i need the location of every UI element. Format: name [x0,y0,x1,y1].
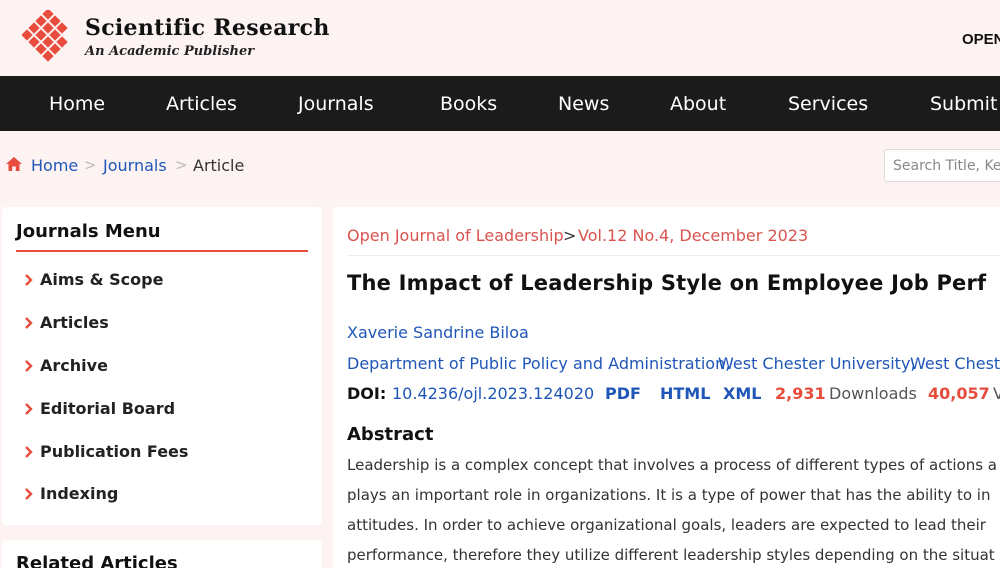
chevron-right-icon [25,360,33,372]
search-input[interactable] [884,149,1000,182]
menu-divider [16,250,308,252]
nav-services[interactable]: Services [788,93,868,115]
nav-home[interactable]: Home [49,93,105,115]
brand-subtitle: An Academic Publisher [85,44,255,59]
nav-submit[interactable]: Submit [930,93,997,115]
abstract-line: performance, therefore they utilize diff… [347,546,995,564]
doi-link[interactable]: 10.4236/ojl.2023.124020 [392,384,594,403]
journal-link[interactable]: Open Journal of Leadership [347,226,564,245]
chevron-right-icon [25,403,33,415]
journals-menu-title: Journals Menu [16,221,161,242]
affiliation-university[interactable]: West Chester University, [718,354,916,373]
breadcrumb-separator: > [84,156,97,174]
author-link[interactable]: Xaverie Sandrine Biloa [347,323,529,342]
nav-articles[interactable]: Articles [166,93,237,115]
main-nav: Home Articles Journals Books News About … [0,76,1000,131]
menu-item-articles[interactable]: Articles [40,313,109,332]
chevron-right-icon [25,446,33,458]
breadcrumb-separator: > [175,156,188,174]
related-articles-title: Related Articles [16,553,178,568]
breadcrumb-journals[interactable]: Journals [103,156,167,175]
abstract-line: plays an important role in organizations… [347,486,991,504]
site-header: Scientific Research An Academic Publishe… [0,0,1000,76]
views-label: V [993,384,1000,403]
affiliation-department[interactable]: Department of Public Policy and Administ… [347,354,730,373]
menu-item-indexing[interactable]: Indexing [40,484,118,503]
home-icon[interactable] [6,157,22,171]
issue-link[interactable]: Vol.12 No.4, December 2023 [578,226,808,245]
nav-journals[interactable]: Journals [298,93,374,115]
menu-item-archive[interactable]: Archive [40,356,108,375]
nav-news[interactable]: News [558,93,609,115]
brand-title[interactable]: Scientific Research [85,15,330,41]
menu-item-editorial-board[interactable]: Editorial Board [40,399,175,418]
affiliation-location[interactable]: West Cheste [910,354,1000,373]
downloads-count: 2,931 [775,384,826,403]
nav-about[interactable]: About [670,93,726,115]
chevron-right-icon [25,317,33,329]
views-count: 40,057 [928,384,990,403]
pdf-link[interactable]: PDF [605,384,641,403]
breadcrumb-home[interactable]: Home [31,156,78,175]
article-title: The Impact of Leadership Style on Employ… [347,271,987,295]
abstract-line: Leadership is a complex concept that inv… [347,456,997,474]
nav-books[interactable]: Books [440,93,497,115]
menu-item-aims-scope[interactable]: Aims & Scope [40,270,163,289]
chevron-right-icon [25,488,33,500]
menu-item-publication-fees[interactable]: Publication Fees [40,442,188,461]
open-access-link[interactable]: OPEN [962,31,1000,48]
downloads-label: Downloads [829,384,917,403]
abstract-line: attitudes. In order to achieve organizat… [347,516,986,534]
breadcrumb-current: Article [193,156,245,175]
issue-separator: > [563,226,577,245]
chevron-right-icon [25,274,33,286]
xml-link[interactable]: XML [723,384,761,403]
doi-label: DOI: [347,384,387,403]
journal-divider [347,255,1000,256]
html-link[interactable]: HTML [660,384,710,403]
abstract-title: Abstract [347,424,434,445]
logo-icon[interactable] [22,10,72,64]
